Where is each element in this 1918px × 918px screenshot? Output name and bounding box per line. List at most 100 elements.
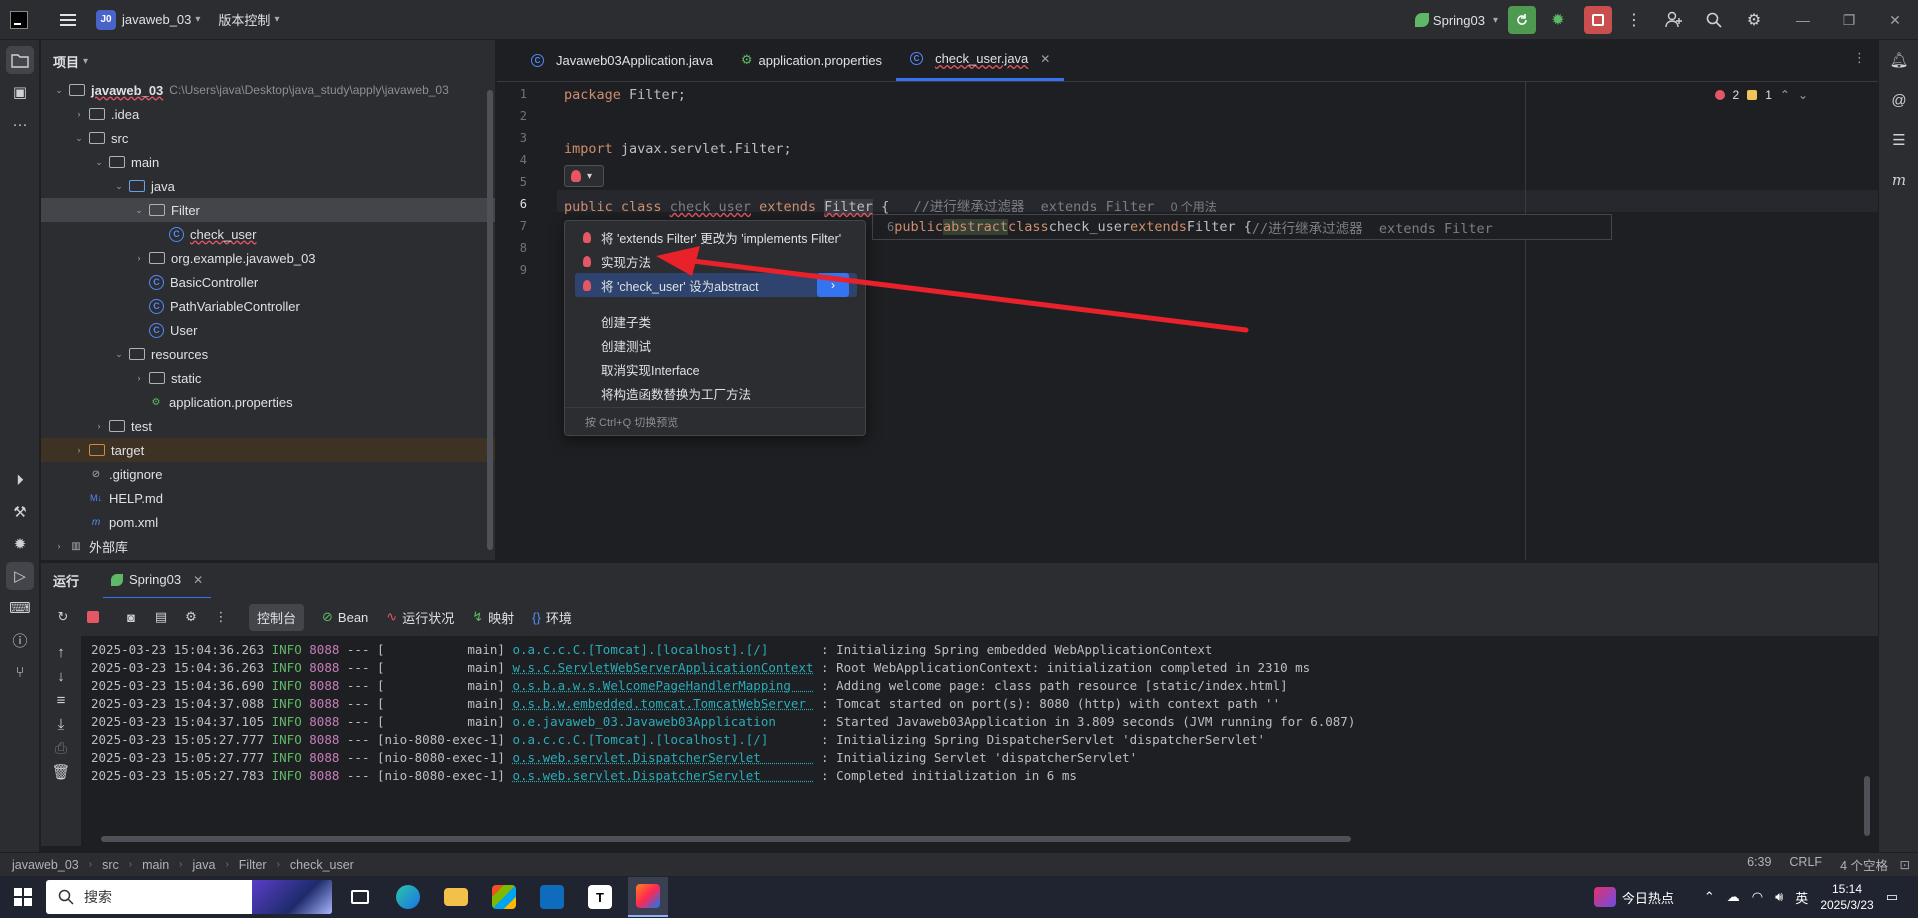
breadcrumb-item[interactable]: check_user (290, 858, 354, 872)
settings-gear-icon[interactable]: ⚙ (1740, 6, 1768, 34)
outlook-icon[interactable] (532, 877, 572, 917)
breadcrumb-item[interactable]: main (142, 858, 169, 872)
news-widget[interactable]: 今日热点 (1593, 887, 1674, 907)
tab-javaweb03application[interactable]: C Javaweb03Application.java (517, 39, 727, 81)
microsoft-store-icon[interactable] (484, 877, 524, 917)
breadcrumb-item[interactable]: javaweb_03 (12, 858, 79, 872)
intention-bulb-button[interactable]: ▾ (564, 165, 604, 187)
line-separator[interactable]: CRLF (1789, 855, 1822, 874)
project-name[interactable]: javaweb_03 (122, 12, 191, 27)
inspection-widget[interactable]: 2 1 ⌃ ⌄ (1714, 88, 1808, 102)
tab-environment[interactable]: {} 环境 (532, 608, 572, 627)
rerun-icon[interactable]: ↻ (51, 605, 75, 629)
structure-icon[interactable]: ▣ (6, 78, 34, 106)
ai-assistant-icon[interactable]: @ (1885, 86, 1913, 114)
intention-action-item[interactable]: 将构造函数替换为工厂方法 (575, 381, 857, 405)
more-actions-icon[interactable]: ⋮ (1620, 6, 1648, 34)
maven-icon[interactable]: m (1885, 166, 1913, 194)
intention-action-item[interactable]: 将 'extends Filter' 更改为 'implements Filte… (575, 225, 857, 249)
tab-console[interactable]: 控制台 (249, 603, 305, 631)
run-config-selector[interactable]: Spring03 ▾ (1414, 13, 1498, 28)
tree-item[interactable]: › static (41, 366, 495, 390)
intention-action-item[interactable]: 将 'check_user' 设为abstract › (575, 273, 857, 297)
chevron-right-icon[interactable]: › (53, 541, 65, 551)
intention-action-item[interactable]: 创建子类 (575, 309, 857, 333)
tree-item[interactable]: ⌄ src (41, 126, 495, 150)
git-icon[interactable]: ⑂ (6, 658, 34, 686)
intellij-taskbar-icon[interactable] (628, 877, 668, 917)
clear-trash-icon[interactable]: 🗑︎ (47, 758, 75, 786)
console-v-scrollbar[interactable] (1864, 776, 1870, 836)
intention-action-item[interactable]: 取消实现Interface (575, 357, 857, 381)
breadcrumb-item[interactable]: java (193, 858, 216, 872)
debug-bug-icon[interactable]: ✹ (6, 530, 34, 558)
tree-item[interactable]: › ▥ 外部库 (41, 534, 495, 558)
tab-application-properties[interactable]: ⚙ application.properties (727, 39, 896, 81)
chevron-down-icon[interactable]: ▾ (195, 14, 200, 25)
rerun-button[interactable] (1508, 6, 1536, 34)
dump-threads-icon[interactable]: ▤ (149, 605, 173, 629)
typora-icon[interactable]: T (580, 877, 620, 917)
debug-button[interactable]: ✹ (1544, 6, 1572, 34)
close-tab-icon[interactable]: ✕ (1040, 52, 1050, 66)
breadcrumb-item[interactable]: src (102, 858, 119, 872)
tab-options-icon[interactable]: ⋮ (1853, 50, 1866, 66)
windows-start-icon[interactable] (14, 888, 32, 906)
tree-item[interactable]: M↓ HELP.md (41, 486, 495, 510)
chevron-right-icon[interactable]: › (133, 373, 145, 383)
file-explorer-icon[interactable] (436, 877, 476, 917)
caret-position[interactable]: 6:39 (1747, 855, 1771, 874)
problems-icon[interactable]: ⓘ (6, 626, 34, 654)
notification-center-icon[interactable]: ▭ (1886, 889, 1898, 905)
chevron-down-icon[interactable]: ⌄ (113, 181, 125, 192)
tree-item[interactable]: Ccheck_user (41, 222, 495, 246)
build-hammer-icon[interactable]: ⚒ (6, 498, 34, 526)
chevron-right-icon[interactable]: › (73, 445, 85, 455)
stop-icon[interactable] (81, 605, 105, 629)
close-tab-icon[interactable]: ✕ (193, 573, 203, 587)
vcs-menu[interactable]: 版本控制 (218, 10, 270, 29)
services-icon[interactable]: ⏵ (6, 466, 34, 494)
tab-bean[interactable]: ⊘ Bean (322, 609, 368, 625)
tree-item[interactable]: ⌄ javaweb_03 C:\Users\java\Desktop\java_st… (41, 78, 495, 102)
tab-health[interactable]: ∿ 运行状况 (386, 608, 454, 627)
tree-item[interactable]: ⌄ main (41, 150, 495, 174)
indent-setting[interactable]: 4 个空格 (1840, 855, 1888, 874)
close-window-button[interactable]: ✕ (1872, 0, 1918, 40)
search-icon[interactable] (1700, 6, 1728, 34)
console-output[interactable]: 2025-03-23 15:04:36.263 INFO 8088 --- [ … (81, 636, 1878, 846)
tree-item[interactable]: › org.example.javaweb_03 (41, 246, 495, 270)
tree-item[interactable]: C BasicController (41, 270, 495, 294)
network-wifi-icon[interactable]: ◠ (1752, 889, 1763, 905)
tree-item[interactable]: C User (41, 318, 495, 342)
chevron-down-icon[interactable]: ⌄ (93, 157, 105, 168)
tree-scrollbar[interactable] (487, 90, 493, 550)
task-view-icon[interactable] (340, 877, 380, 917)
tree-item[interactable]: › test (41, 414, 495, 438)
tree-item[interactable]: m pom.xml (41, 510, 495, 534)
intention-action-item[interactable]: 实现方法 (575, 249, 857, 273)
lock-icon[interactable]: ⊡ (1900, 857, 1910, 872)
edge-browser-icon[interactable] (388, 877, 428, 917)
cloud-icon[interactable]: ☁ (1727, 889, 1740, 905)
add-user-icon[interactable] (1660, 6, 1688, 34)
chevron-down-icon[interactable]: ⌄ (53, 85, 65, 96)
project-badge[interactable]: J0 (96, 9, 116, 30)
chevron-up-icon[interactable]: ⌃ (1780, 88, 1790, 102)
tree-item[interactable]: › target (41, 438, 495, 462)
intention-action-item[interactable]: 创建测试 (575, 333, 857, 357)
chevron-right-icon[interactable]: › (73, 109, 85, 119)
camera-icon[interactable]: ◙ (119, 605, 143, 629)
tree-item[interactable]: ⌄ resources (41, 342, 495, 366)
project-panel-header[interactable]: 项目 ▾ (41, 40, 495, 82)
tab-check-user[interactable]: C check_user.java ✕ (896, 39, 1065, 81)
project-folder-icon[interactable] (6, 46, 34, 74)
breadcrumb-item[interactable]: Filter (239, 858, 267, 872)
taskbar-search-box[interactable]: 搜索 (46, 880, 332, 914)
show-hidden-icons-icon[interactable]: ⌃ (1704, 889, 1715, 905)
run-icon[interactable]: ▷ (6, 562, 34, 590)
terminal-icon[interactable]: ⌨ (6, 594, 34, 622)
database-icon[interactable]: ☰ (1885, 126, 1913, 154)
tree-item[interactable]: C PathVariableController (41, 294, 495, 318)
volume-icon[interactable]: 🔊︎ (1775, 889, 1783, 905)
